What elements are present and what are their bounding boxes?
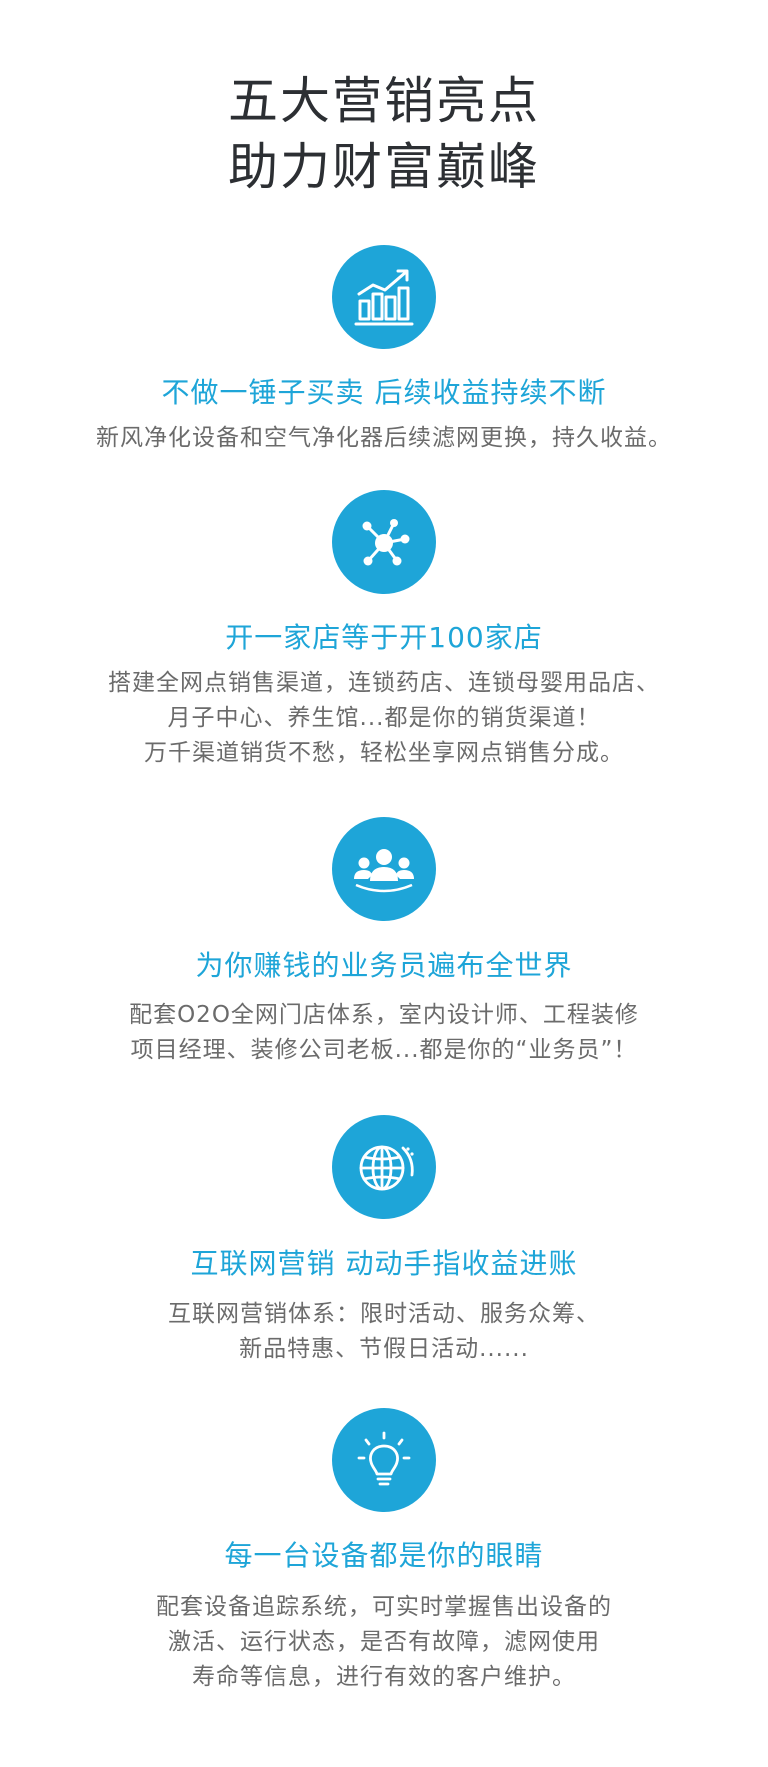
feature-description: 新风净化设备和空气净化器后续滤网更换，持久收益。 <box>0 421 768 456</box>
feature-description: 配套O2O全网门店体系，室内设计师、工程装修 项目经理、装修公司老板...都是你… <box>0 998 768 1068</box>
description-line: 万千渠道销货不愁，轻松坐享网点销售分成。 <box>144 740 624 766</box>
page: 五大营销亮点 助力财富巅峰 不做一锤子买卖 后续收益持续不断 新风净化设备和空气… <box>0 0 768 1767</box>
description-line: 新品特惠、节假日活动...... <box>239 1336 529 1362</box>
globe-icon <box>332 1115 436 1219</box>
description-line: 配套O2O全网门店体系，室内设计师、工程装修 <box>129 1002 639 1028</box>
feature-title: 开一家店等于开100家店 <box>225 621 543 654</box>
description-line: 互联网营销体系：限时活动、服务众筹、 <box>168 1301 600 1327</box>
description-line: 搭建全网点销售渠道，连锁药店、连锁母婴用品店、 <box>108 670 660 696</box>
growth-chart-icon <box>332 245 436 349</box>
description-line: 激活、运行状态，是否有故障，滤网使用 <box>168 1629 600 1655</box>
description-line: 寿命等信息，进行有效的客户维护。 <box>192 1664 576 1690</box>
description-line: 月子中心、养生馆...都是你的销货渠道！ <box>167 705 601 731</box>
description-line: 项目经理、装修公司老板...都是你的“业务员”！ <box>130 1037 638 1063</box>
description-line: 新风净化设备和空气净化器后续滤网更换，持久收益。 <box>96 425 672 451</box>
lightbulb-icon <box>332 1408 436 1512</box>
page-title-line1: 五大营销亮点 <box>228 72 540 130</box>
feature-description: 互联网营销体系：限时活动、服务众筹、 新品特惠、节假日活动...... <box>0 1297 768 1367</box>
feature-description: 搭建全网点销售渠道，连锁药店、连锁母婴用品店、 月子中心、养生馆...都是你的销… <box>0 666 768 771</box>
feature-title: 每一台设备都是你的眼睛 <box>224 1539 544 1572</box>
feature-description: 配套设备追踪系统，可实时掌握售出设备的 激活、运行状态，是否有故障，滤网使用 寿… <box>0 1590 768 1695</box>
network-nodes-icon <box>332 490 436 594</box>
page-title-line2: 助力财富巅峰 <box>228 138 540 196</box>
description-line: 配套设备追踪系统，可实时掌握售出设备的 <box>156 1594 612 1620</box>
feature-title: 为你赚钱的业务员遍布全世界 <box>195 949 573 982</box>
team-people-icon <box>332 817 436 921</box>
feature-title: 互联网营销 动动手指收益进账 <box>190 1247 578 1280</box>
feature-title: 不做一锤子买卖 后续收益持续不断 <box>161 376 607 409</box>
